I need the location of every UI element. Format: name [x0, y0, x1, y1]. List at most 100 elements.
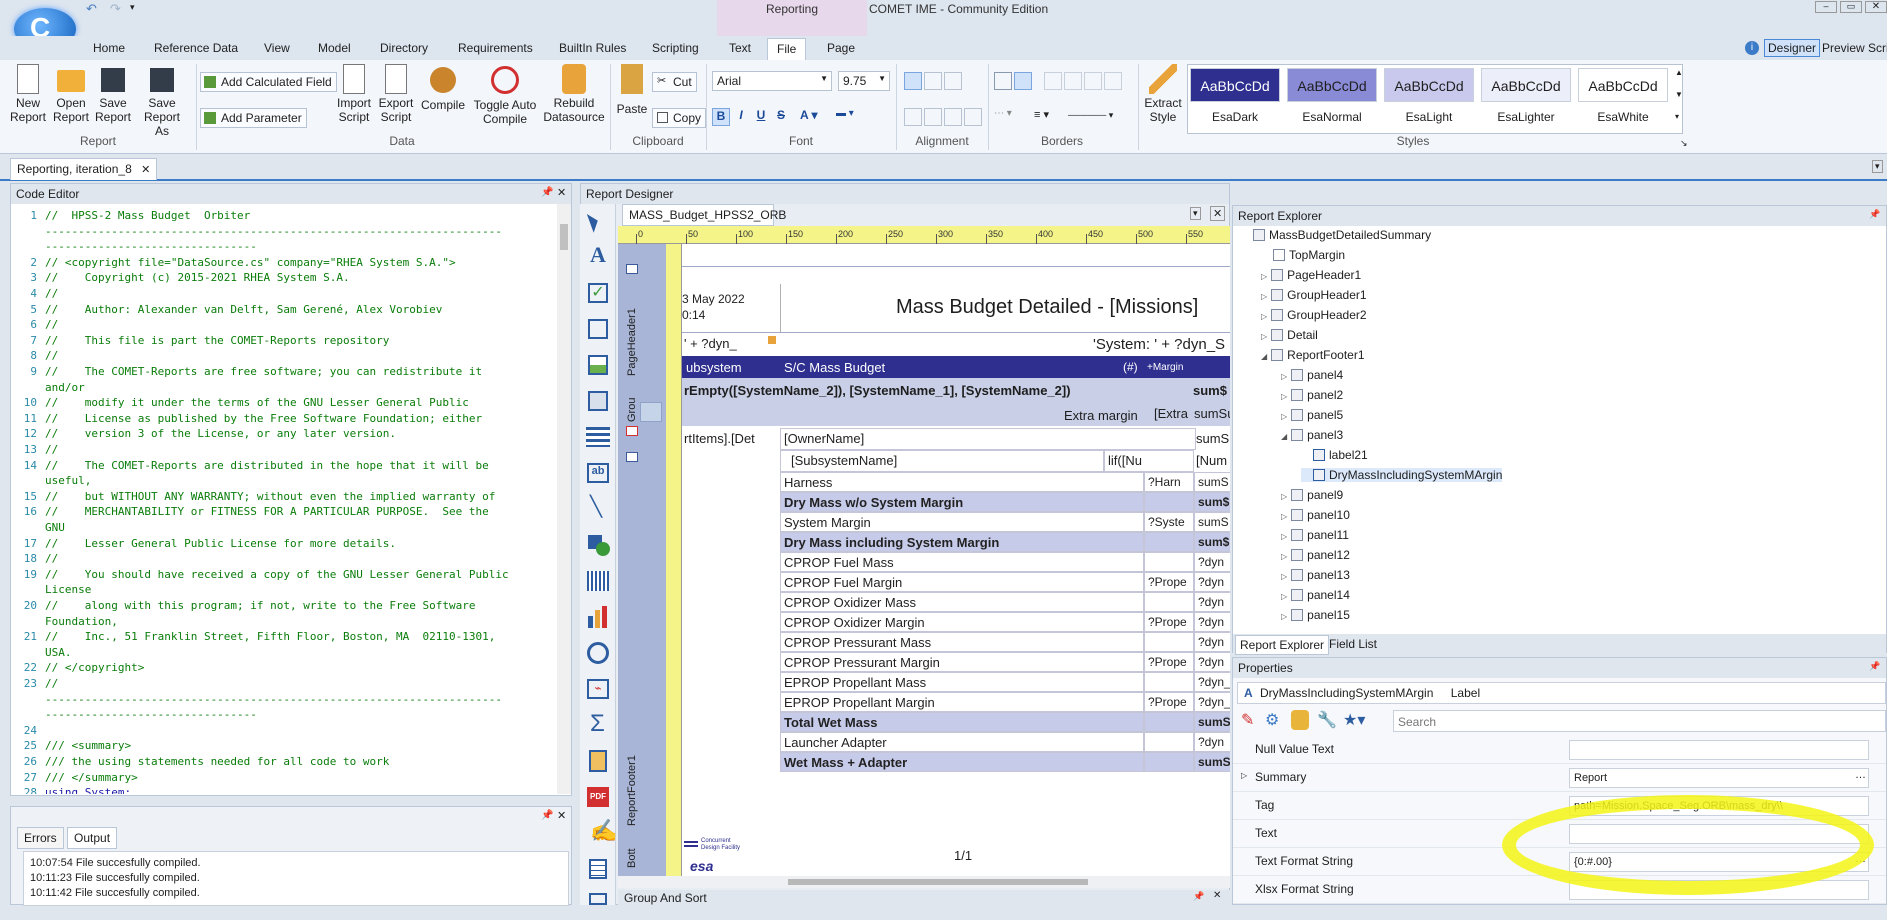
strikethrough-button[interactable]: S [772, 108, 790, 126]
system-expression-label[interactable]: 'System: ' + ?dyn_S [1093, 336, 1225, 353]
tab-scripting[interactable]: Scripting [652, 41, 699, 55]
group-sum-label[interactable]: sum$ [1193, 383, 1227, 398]
scripts-tab[interactable]: Scri [1868, 41, 1887, 55]
footer-row-label[interactable]: Wet Mass + Adapter [780, 752, 1144, 772]
expand-icon[interactable]: ▷ [1241, 771, 1247, 780]
footer-row-label[interactable]: System Margin [780, 512, 1144, 532]
border-top-button[interactable] [1064, 72, 1082, 90]
align-right-button[interactable] [944, 108, 962, 126]
footer-row-value[interactable]: sumS [1194, 752, 1230, 772]
expand-icon[interactable]: ▷ [1261, 272, 1267, 281]
expand-icon[interactable]: ▷ [1281, 512, 1287, 521]
code-line[interactable]: // [45, 348, 58, 364]
expand-icon[interactable]: ▷ [1261, 292, 1267, 301]
cut-button[interactable]: ✂ Cut [652, 72, 697, 92]
band-label-page-header[interactable]: PageHeader1 [626, 308, 638, 376]
pin-icon[interactable]: 📌 [1869, 661, 1880, 672]
tab-directory[interactable]: Directory [380, 41, 428, 55]
code-line[interactable]: // Copyright (c) 2015-2021 RHEA System S… [45, 270, 350, 286]
num-label[interactable]: [Num [1196, 453, 1227, 468]
paste-button[interactable]: Paste [614, 64, 650, 116]
tab-field-list[interactable]: Field List [1325, 637, 1381, 651]
code-line[interactable]: and/or [45, 380, 85, 396]
import-script-button[interactable]: Import Script [334, 64, 374, 124]
code-area[interactable]: 1// HPSS-2 Mass Budget Orbiter ----------… [11, 204, 556, 794]
tab-builtin-rules[interactable]: BuiltIn Rules [559, 41, 626, 55]
band-label-bottom-margin[interactable]: Bott [626, 848, 638, 868]
band-label-group[interactable]: Grou [626, 398, 638, 422]
expand-icon[interactable]: ◢ [1261, 352, 1267, 361]
lif-expression-field[interactable]: lif([Nu [1104, 450, 1194, 472]
tree-item[interactable]: ▷ panel2 [1281, 388, 1343, 402]
table-tool-icon[interactable] [582, 422, 614, 452]
footer-row-value[interactable]: sum$ [1194, 492, 1230, 512]
owner-name-field[interactable]: [OwnerName] [780, 428, 1196, 450]
subreport-tool-icon[interactable] [582, 890, 614, 920]
code-line[interactable]: /// <summary> [45, 738, 131, 754]
owner-sum-label[interactable]: sumS [1196, 431, 1229, 446]
tab-output[interactable]: Output [67, 827, 118, 849]
tree-item[interactable]: ▷ GroupHeader1 [1261, 288, 1367, 302]
code-line[interactable]: // [45, 676, 58, 692]
tree-item[interactable]: ▷ panel13 [1281, 568, 1350, 582]
designer-hscrollbar[interactable] [618, 876, 1230, 888]
tree-item[interactable]: ▷ panel10 [1281, 508, 1350, 522]
scrollbar-thumb[interactable] [560, 224, 568, 250]
add-calculated-field-button[interactable]: Add Calculated Field [200, 72, 337, 92]
tree-item[interactable]: ◢ panel3 [1281, 428, 1343, 442]
character-comb-tool-icon[interactable]: ab [582, 458, 614, 488]
tab-text[interactable]: Text [729, 41, 751, 55]
expand-icon[interactable]: ▷ [1281, 492, 1287, 501]
bold-button[interactable]: B [712, 108, 730, 126]
code-line[interactable]: USA. [45, 645, 72, 661]
tree-item[interactable]: ▷ PageHeader1 [1261, 268, 1361, 282]
footer-row-label[interactable]: Dry Mass including System Margin [780, 532, 1144, 552]
gallery-expand-icon[interactable]: ▾ [1675, 112, 1679, 121]
footer-row-value[interactable]: ?dyn [1194, 652, 1230, 672]
footer-row-margin[interactable] [1144, 672, 1194, 692]
footer-row-label[interactable]: Total Wet Mass [780, 712, 1144, 732]
barcode-tool-icon[interactable] [582, 566, 614, 596]
minimize-button[interactable]: – [1815, 1, 1837, 13]
footer-row-label[interactable]: CPROP Pressurant Margin [780, 652, 1144, 672]
info-icon[interactable]: i [1745, 41, 1759, 55]
tree-item[interactable]: TopMargin [1261, 248, 1345, 262]
code-line[interactable]: // [45, 286, 58, 302]
code-line[interactable]: // modify it under the terms of the GNU … [45, 395, 469, 411]
expand-icon[interactable]: ▷ [1281, 592, 1287, 601]
checkbox-tool-icon[interactable]: ✓ [582, 278, 614, 308]
font-name-select[interactable]: Arial ▼ [712, 71, 832, 91]
footer-row-value[interactable]: sumS [1194, 712, 1230, 732]
tab-model[interactable]: Model [318, 41, 351, 55]
signature-tool-icon[interactable]: ✍ [582, 818, 617, 848]
group-expression-label[interactable]: rEmpty([SystemName_2]), [SystemName_1], … [684, 383, 1071, 398]
tree-item[interactable]: ▷ panel4 [1281, 368, 1343, 382]
tree-item[interactable]: label21 [1301, 448, 1368, 462]
band-label-report-footer[interactable]: ReportFooter1 [626, 755, 638, 826]
header-count[interactable]: (#) [1123, 360, 1138, 374]
expand-icon[interactable]: ▷ [1281, 392, 1287, 401]
code-line[interactable]: -------------------------------- [45, 707, 257, 723]
gallery-scroll-down-icon[interactable]: ▼ [1675, 90, 1683, 99]
border-right-button[interactable] [1084, 72, 1102, 90]
compile-button[interactable]: Compile [418, 64, 468, 112]
code-line[interactable]: /// </summary> [45, 770, 138, 786]
align-center-button[interactable] [924, 108, 942, 126]
tab-page[interactable]: Page [827, 41, 855, 55]
expand-icon[interactable]: ▷ [1261, 312, 1267, 321]
code-line[interactable]: // </copyright> [45, 660, 144, 676]
code-line[interactable]: // Inc., 51 Franklin Street, Fifth Floor… [45, 629, 495, 645]
tree-item[interactable]: ▷ panel9 [1281, 488, 1343, 502]
border-bottom-button[interactable] [1104, 72, 1122, 90]
design-surface[interactable]: PageHeader1 Grou ReportFooter1 Bott 3 Ma… [618, 226, 1230, 876]
code-line[interactable]: // but WITHOUT ANY WARRANTY; without eve… [45, 489, 495, 505]
tree-item[interactable]: ◢ ReportFooter1 [1261, 348, 1365, 362]
expand-icon[interactable]: ▷ [1281, 412, 1287, 421]
time-label[interactable]: 0:14 [682, 308, 705, 322]
expand-icon[interactable]: ▷ [1281, 612, 1287, 621]
font-color-button[interactable]: A ▾ [800, 108, 830, 126]
save-report-as-button[interactable]: Save Report As [136, 64, 188, 138]
footer-row-margin[interactable]: ?Prope [1144, 612, 1194, 632]
tree-item[interactable]: ▷ GroupHeader2 [1261, 308, 1367, 322]
footer-row-label[interactable]: CPROP Fuel Mass [780, 552, 1144, 572]
